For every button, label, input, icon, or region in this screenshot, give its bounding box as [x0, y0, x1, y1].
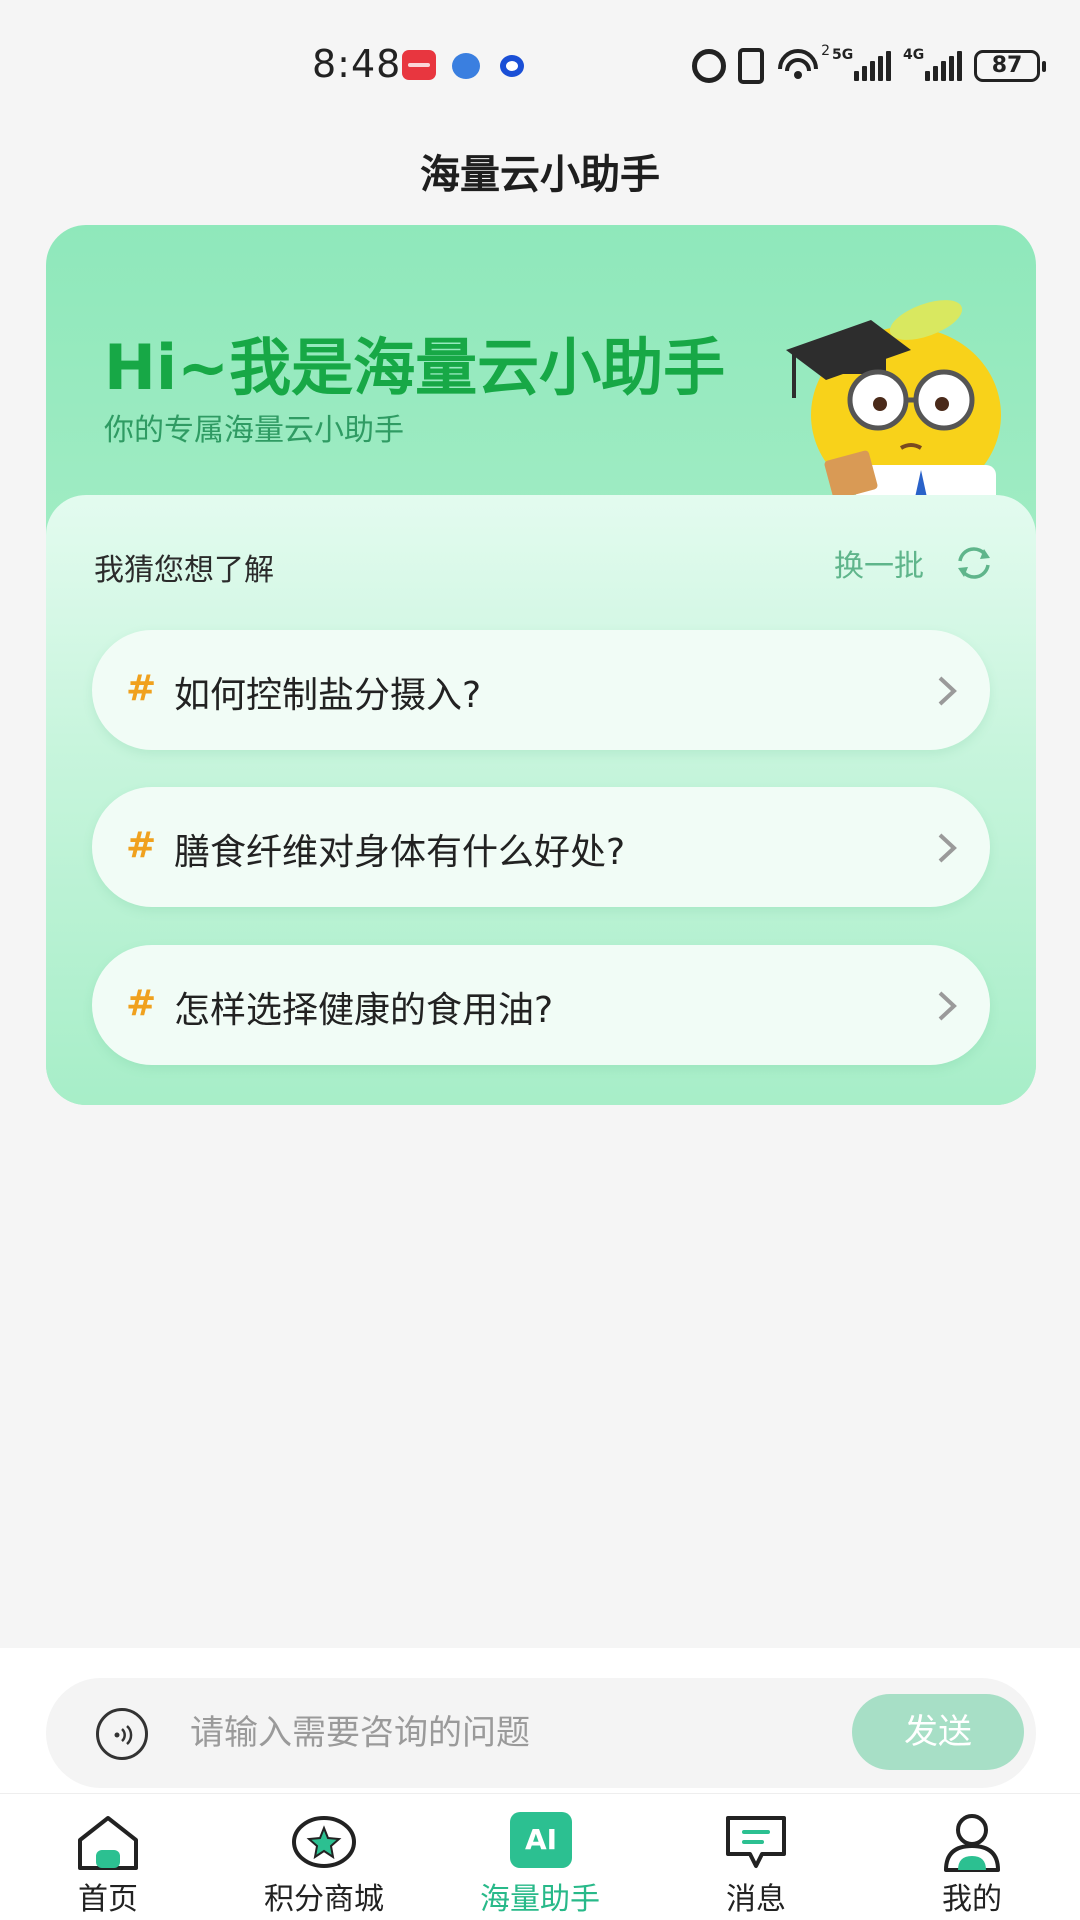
notification-app-icon [500, 55, 524, 77]
suggestion-text: 怎样选择健康的食用油? [174, 990, 554, 1031]
signal-5g-label: 5G [832, 47, 854, 63]
suggestion-item[interactable]: # 怎样选择健康的食用油? [92, 945, 990, 1065]
tab-label: 我的 [942, 1882, 1002, 1917]
profile-icon [944, 1814, 1000, 1872]
tab-assistant[interactable]: AI 海量助手 [432, 1794, 648, 1920]
status-bar: 8:48 2 5G 4G 87 [0, 0, 1080, 130]
chat-input-box: 发送 [46, 1678, 1036, 1788]
bottom-tab-bar: 首页 积分商城 AI 海量助手 消息 我的 [0, 1793, 1080, 1920]
tab-points-mall[interactable]: 积分商城 [216, 1794, 432, 1920]
tab-home[interactable]: 首页 [0, 1794, 216, 1920]
star-badge-icon [292, 1816, 356, 1868]
chat-input-bar: 发送 [0, 1648, 1080, 1793]
hash-icon: # [126, 983, 157, 1024]
hotspot-icon: 2 [776, 43, 830, 83]
signal-5g-icon: 5G [832, 47, 891, 81]
battery-icon: 87 [974, 50, 1046, 82]
refresh-label: 换一批 [834, 549, 924, 584]
tab-label: 消息 [726, 1882, 786, 1917]
tab-messages[interactable]: 消息 [648, 1794, 864, 1920]
suggestion-text: 膳食纤维对身体有什么好处? [174, 832, 626, 873]
suggestions-panel: 我猜您想了解 换一批 # 如何控制盐分摄入? # 膳食纤维对身体有什么好处? #… [46, 495, 1036, 1105]
assistant-hero-card: Hi~我是海量云小助手 你的专属海量云小助手 我猜您想了解 换一批 # 如何控制… [46, 225, 1036, 1105]
suggestion-item[interactable]: # 如何控制盐分摄入? [92, 630, 990, 750]
ai-icon: AI [510, 1812, 572, 1868]
alarm-icon [692, 49, 726, 83]
chevron-right-icon [938, 833, 957, 863]
hotspot-count: 2 [821, 43, 830, 59]
message-icon [726, 1816, 786, 1868]
chevron-right-icon [938, 676, 957, 706]
refresh-icon [958, 547, 990, 579]
question-input[interactable] [190, 1698, 840, 1768]
voice-icon [114, 1725, 133, 1745]
suggestion-item[interactable]: # 膳食纤维对身体有什么好处? [92, 787, 990, 907]
hash-icon: # [126, 668, 157, 709]
refresh-button[interactable]: 换一批 [834, 541, 994, 585]
signal-4g-icon: 4G [903, 47, 962, 81]
tab-profile[interactable]: 我的 [864, 1794, 1080, 1920]
home-icon [78, 1816, 138, 1870]
status-time: 8:48 [312, 42, 402, 86]
hash-icon: # [126, 825, 157, 866]
page-title: 海量云小助手 [420, 152, 660, 198]
signal-4g-label: 4G [903, 47, 925, 63]
tab-label: 积分商城 [264, 1882, 384, 1917]
suggestion-text: 如何控制盐分摄入? [174, 675, 482, 716]
send-button[interactable]: 发送 [852, 1694, 1024, 1770]
hero-title: Hi~我是海量云小助手 [104, 331, 726, 404]
hero-subtitle: 你的专属海量云小助手 [104, 413, 404, 448]
chevron-right-icon [938, 991, 957, 1021]
tab-label: 首页 [78, 1882, 138, 1917]
voice-input-button[interactable] [96, 1708, 148, 1760]
status-icons: 2 5G 4G 87 [692, 43, 1046, 86]
huawei-app-icon [402, 50, 436, 80]
tab-label: 海量助手 [480, 1882, 600, 1917]
suggestions-label: 我猜您想了解 [94, 553, 274, 588]
mascot-lemon-icon [786, 300, 1001, 510]
vibrate-icon [738, 48, 764, 84]
browser-app-icon [452, 53, 480, 79]
